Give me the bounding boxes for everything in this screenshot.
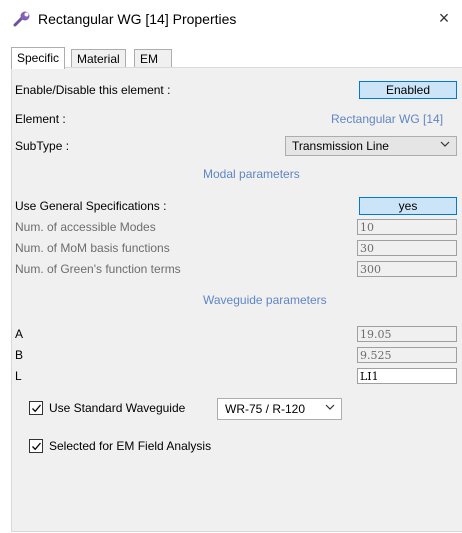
tab-specific[interactable]: Specific xyxy=(11,47,66,69)
enable-toggle-button[interactable]: Enabled xyxy=(359,81,457,99)
modes-label: Num. of accessible Modes xyxy=(15,220,156,234)
standard-waveguide-select[interactable]: WR-75 / R-120 xyxy=(217,398,342,420)
element-value: Rectangular WG [14] xyxy=(331,112,444,126)
enable-label: Enable/Disable this element : xyxy=(15,83,171,97)
em-analysis-checkbox[interactable] xyxy=(29,439,43,453)
chevron-down-icon xyxy=(440,140,450,151)
use-standard-waveguide-row: Use Standard Waveguide xyxy=(29,399,219,419)
em-analysis-label: Selected for EM Field Analysis xyxy=(49,439,212,453)
window-title: Rectangular WG [14] Properties xyxy=(38,11,237,27)
element-label: Element : xyxy=(15,112,66,126)
em-analysis-row: Selected for EM Field Analysis xyxy=(29,437,249,457)
a-label: A xyxy=(15,327,24,341)
use-general-label: Use General Specifications : xyxy=(15,199,167,213)
chevron-down-icon xyxy=(325,403,335,414)
subtype-select[interactable]: Transmission Line xyxy=(285,136,457,156)
standard-waveguide-value: WR-75 / R-120 xyxy=(225,402,306,416)
close-button[interactable]: × xyxy=(434,8,454,28)
use-standard-waveguide-checkbox[interactable] xyxy=(29,401,43,415)
l-label: L xyxy=(15,369,22,383)
checkmark-icon xyxy=(32,404,41,413)
a-field[interactable]: 19.05 xyxy=(357,326,457,342)
wrench-icon xyxy=(13,11,31,27)
mom-label: Num. of MoM basis functions xyxy=(15,241,170,255)
b-field[interactable]: 9.525 xyxy=(357,347,457,363)
modes-field[interactable]: 10 xyxy=(357,219,457,235)
use-general-toggle-button[interactable]: yes xyxy=(359,197,457,215)
title-bar: Rectangular WG [14] Properties × xyxy=(0,0,462,38)
tab-em-field[interactable]: EM Field xyxy=(134,49,172,84)
b-label: B xyxy=(15,348,24,362)
checkmark-icon xyxy=(32,442,41,451)
tab-material[interactable]: Material xyxy=(71,49,126,68)
waveguide-parameters-heading: Waveguide parameters xyxy=(203,293,327,307)
modal-parameters-heading: Modal parameters xyxy=(203,167,300,181)
subtype-label: SubType : xyxy=(15,139,70,153)
l-field[interactable]: LI1 xyxy=(357,368,457,384)
subtype-value: Transmission Line xyxy=(292,139,389,153)
green-label: Num. of Green's function terms xyxy=(15,262,181,276)
mom-field[interactable]: 30 xyxy=(357,240,457,256)
use-standard-waveguide-label: Use Standard Waveguide xyxy=(49,401,186,415)
green-field[interactable]: 300 xyxy=(357,261,457,277)
